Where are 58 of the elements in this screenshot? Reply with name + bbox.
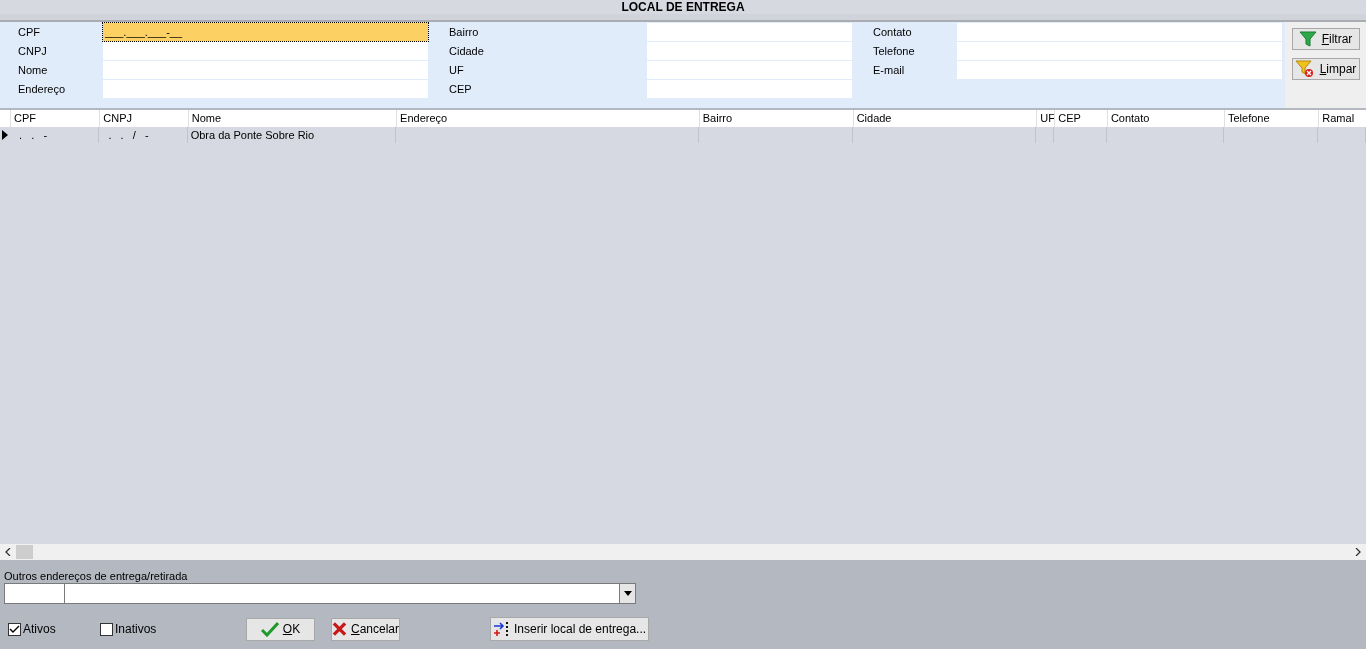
field-label: Nome	[17, 63, 49, 78]
column-header[interactable]: Telefone	[1224, 110, 1319, 127]
filter-button[interactable]: Filtrar	[1291, 28, 1360, 50]
dropdown-button[interactable]	[619, 584, 635, 603]
column-header[interactable]: CEP	[1054, 110, 1107, 127]
checkbox[interactable]: Inativos	[100, 620, 188, 638]
checkbox-square[interactable]	[100, 622, 113, 636]
funnel-clear-icon	[1294, 60, 1315, 78]
field-label: Telefone	[872, 44, 916, 59]
column-header[interactable]: Bairro	[698, 110, 853, 127]
field-label: Bairro	[448, 25, 480, 40]
horizontal-scrollbar[interactable]	[0, 544, 1366, 560]
insert-arrow-icon	[493, 621, 511, 637]
input-field[interactable]: ___.___.___-__	[103, 23, 428, 41]
field-label: E-mail	[872, 63, 906, 78]
column-header[interactable]: Endereço	[396, 110, 699, 127]
column-header[interactable]: UF	[1036, 110, 1055, 127]
field-label: Endereço	[17, 82, 67, 97]
funnel-icon	[1298, 31, 1317, 47]
row-pointer-icon	[1, 130, 8, 140]
column-header[interactable]: Ramal	[1318, 110, 1366, 127]
field-label: Outros endereços de entrega/retirada	[4, 570, 189, 583]
window-title: LOCAL DE ENTREGA	[621, 1, 745, 13]
dialog-button[interactable]: Inserir local de entrega...	[490, 617, 650, 641]
caret-icon	[623, 591, 632, 596]
column-header[interactable]: Cidade	[852, 110, 1037, 127]
input-field[interactable]	[957, 23, 1282, 41]
input-field[interactable]	[647, 61, 852, 79]
table-cell: . . -	[9, 127, 100, 143]
table-cell: . . / -	[99, 127, 188, 143]
combo-box[interactable]	[4, 583, 636, 604]
close-icon	[332, 621, 347, 637]
input-field[interactable]	[647, 80, 852, 98]
column-header[interactable]: Nome	[187, 110, 397, 127]
input-field[interactable]	[647, 23, 852, 41]
column-header[interactable]: Contato	[1106, 110, 1224, 127]
input-field[interactable]	[103, 61, 428, 79]
field-label: CEP	[448, 82, 473, 97]
field-label: Cidade	[448, 44, 485, 59]
check-icon	[260, 621, 279, 637]
input-field[interactable]	[647, 42, 852, 60]
table-cell: Obra da Ponte Sobre Rio	[187, 127, 397, 143]
field-label: Contato	[872, 25, 913, 40]
dialog-button[interactable]: OK	[246, 617, 315, 641]
field-label: CPF	[17, 25, 41, 40]
filter-button[interactable]: Limpar	[1291, 58, 1360, 80]
input-field[interactable]	[103, 42, 428, 60]
input-field[interactable]	[103, 80, 428, 98]
dialog-button[interactable]: Cancelar	[331, 617, 400, 641]
checkbox-square[interactable]	[8, 622, 21, 636]
scrollbar-thumb[interactable]	[16, 545, 33, 559]
input-field[interactable]	[957, 61, 1282, 79]
checkbox[interactable]: Ativos	[8, 620, 96, 638]
input-field[interactable]	[957, 42, 1282, 60]
field-label: CNPJ	[17, 44, 48, 59]
column-header[interactable]: CPF	[10, 110, 100, 127]
column-header[interactable]: CNPJ	[99, 110, 188, 127]
field-label: UF	[448, 63, 465, 78]
